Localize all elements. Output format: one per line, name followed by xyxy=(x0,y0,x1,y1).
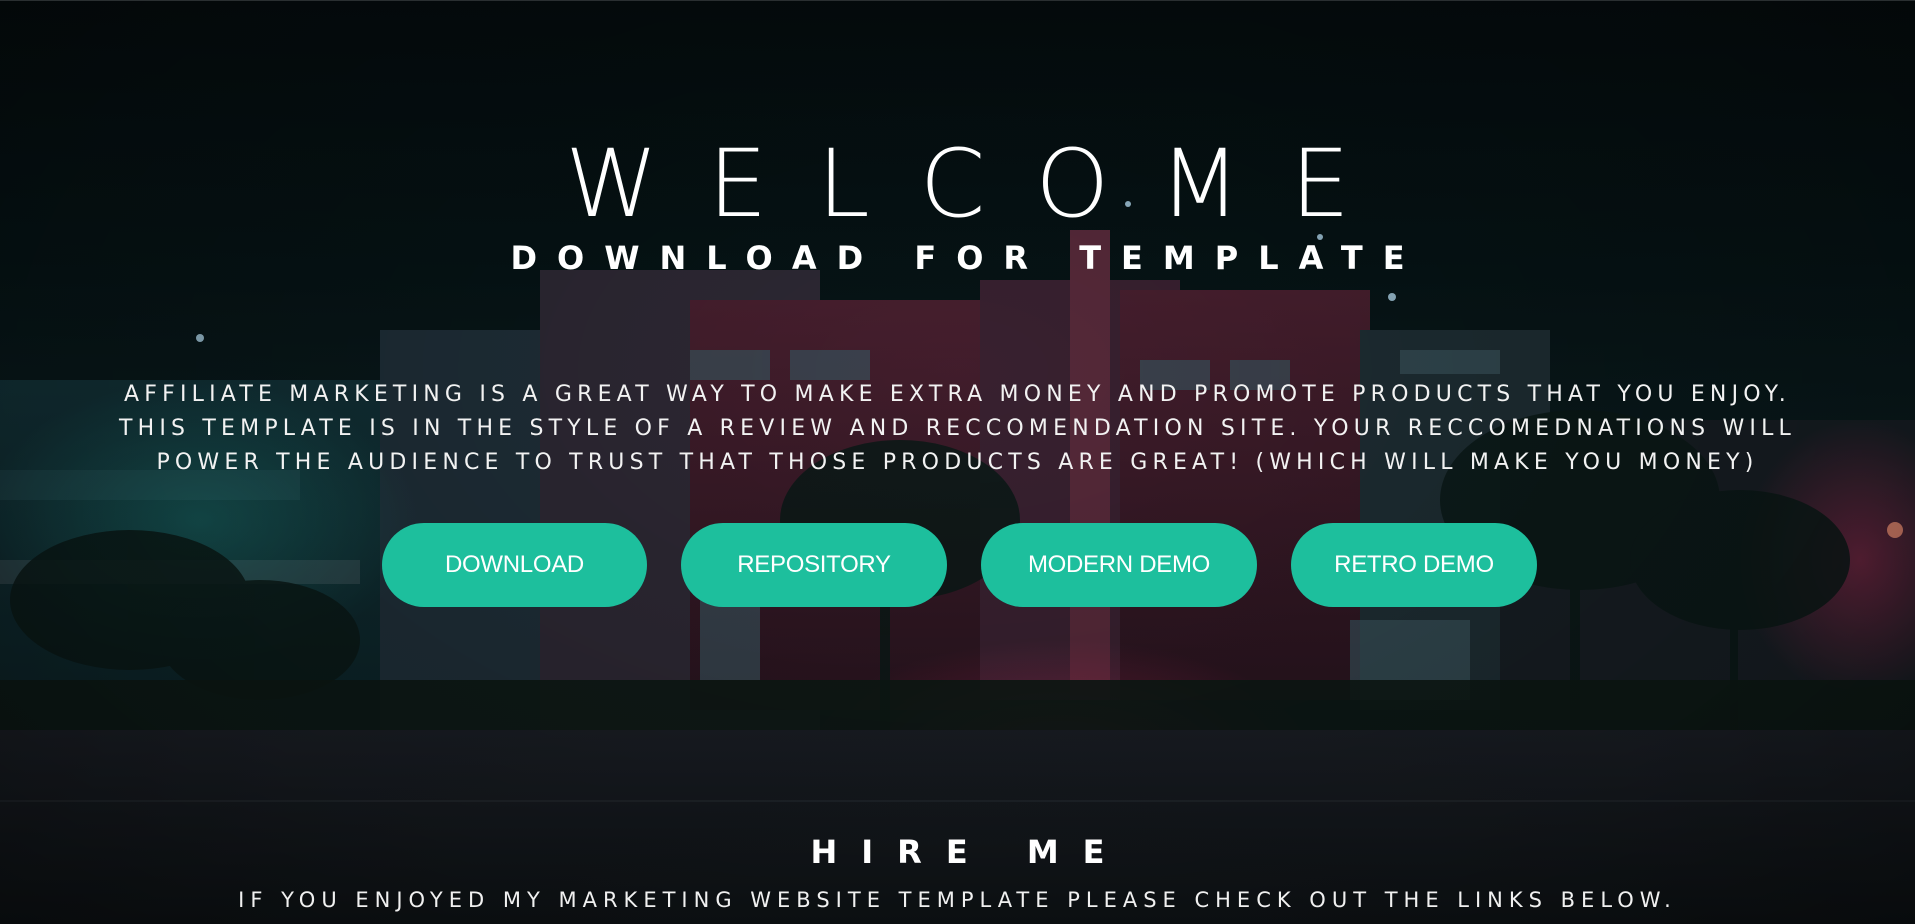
hero-description: AFFILIATE MARKETING IS A GREAT WAY TO MA… xyxy=(40,378,1875,480)
hero-title: WELCOME xyxy=(565,130,1400,239)
description-line: POWER THE AUDIENCE TO TRUST THAT THOSE P… xyxy=(156,450,1759,475)
hero-section: WELCOME DOWNLOAD FOR TEMPLATE AFFILIATE … xyxy=(0,0,1915,924)
retro-demo-button[interactable]: RETRO DEMO xyxy=(1291,523,1537,607)
repository-button[interactable]: REPOSITORY xyxy=(681,523,947,607)
hire-me-text: IF YOU ENJOYED MY MARKETING WEBSITE TEMP… xyxy=(238,888,1677,912)
description-line: THIS TEMPLATE IS IN THE STYLE OF A REVIE… xyxy=(118,416,1797,441)
hire-me-heading: HIRE ME xyxy=(810,833,1129,871)
modern-demo-button[interactable]: MODERN DEMO xyxy=(981,523,1257,607)
download-button[interactable]: DOWNLOAD xyxy=(382,523,647,607)
description-line: AFFILIATE MARKETING IS A GREAT WAY TO MA… xyxy=(124,382,1791,407)
cta-buttons: DOWNLOAD REPOSITORY MODERN DEMO RETRO DE… xyxy=(0,523,1915,609)
hero-subtitle: DOWNLOAD FOR TEMPLATE xyxy=(510,239,1425,277)
